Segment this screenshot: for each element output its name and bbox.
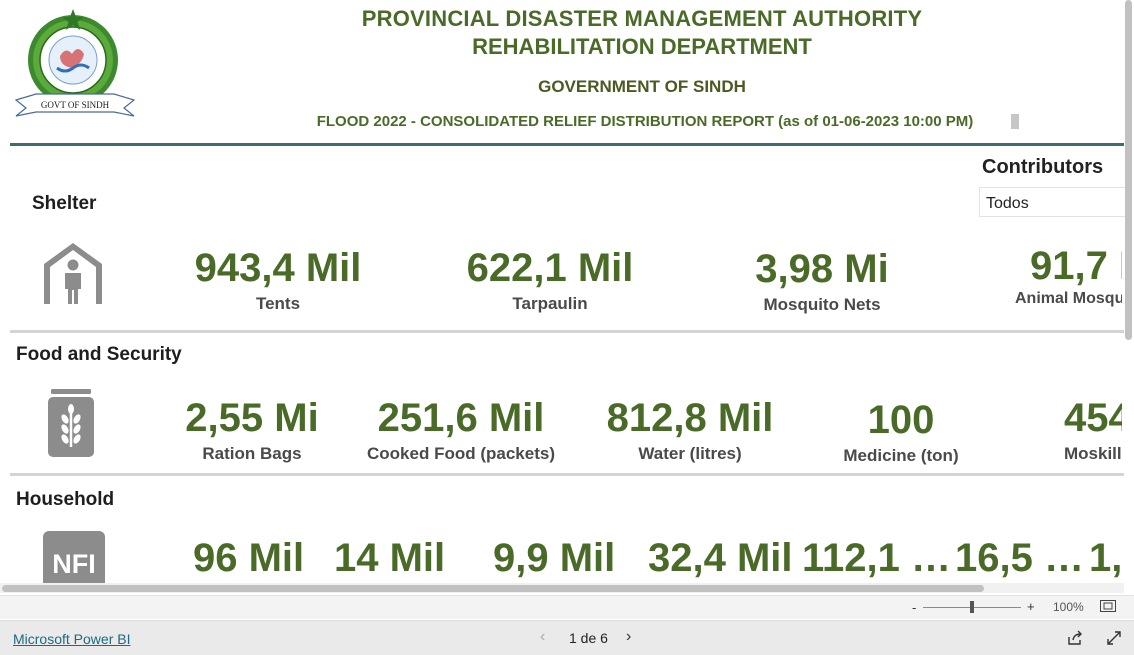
kpi-household-4: 32,4 Mil: [648, 538, 793, 578]
fit-to-page-icon[interactable]: [1100, 600, 1116, 612]
kpi-household-2: 14 Mil: [334, 538, 445, 578]
kpi-label: Ration Bags: [202, 444, 302, 463]
kpi-household-5: 112,1 …: [802, 538, 951, 578]
logo-banner-text: GOVT OF SINDH: [41, 100, 110, 110]
kpi-value: 16,5 …: [955, 536, 1084, 580]
kpi-label: Water (litres): [638, 444, 742, 463]
kpi-tents: 943,4 Mil Tents: [168, 248, 388, 314]
section-title-household: Household: [16, 489, 115, 510]
kpi-ration-bags: 2,55 Mi Ration Bags: [162, 398, 342, 464]
section-title-food-and-security: Food and Security: [16, 344, 182, 365]
kpi-household-3: 9,9 Mil: [493, 538, 615, 578]
kpi-water: 812,8 Mil Water (litres): [590, 398, 790, 464]
kpi-value: 3,98 Mi: [755, 247, 889, 291]
report-canvas: GOVT OF SINDH PROVINCIAL DISASTER MANAGE…: [0, 0, 1134, 655]
kpi-household-6: 16,5 …: [955, 538, 1084, 578]
kpi-value: 100: [867, 398, 935, 442]
wheat-jar-icon: [48, 389, 94, 457]
report-title-marker: [1011, 114, 1019, 129]
government-title: GOVERNMENT OF SINDH: [538, 77, 746, 96]
horizontal-scrollbar-thumb[interactable]: [2, 585, 984, 592]
contributors-dropdown[interactable]: Todos: [979, 187, 1129, 217]
next-page-button[interactable]: ›: [626, 628, 631, 646]
share-icon[interactable]: [1067, 630, 1083, 646]
footer-bar: [0, 620, 1134, 655]
authority-title: PROVINCIAL DISASTER MANAGEMENT AUTHORITY: [361, 6, 923, 31]
kpi-value: 91,7 Mil: [1030, 244, 1122, 288]
kpi-value: 2,55 Mi: [185, 396, 319, 440]
kpi-value: 943,4 Mil: [194, 246, 362, 290]
header-divider: [10, 143, 1124, 146]
zoom-percent: 100%: [1053, 600, 1084, 614]
zoom-slider-handle[interactable]: [970, 601, 974, 613]
kpi-value: 622,1 Mil: [466, 246, 634, 290]
kpi-household-1: 96 Mil: [193, 538, 304, 578]
kpi-tarpaulin: 622,1 Mil Tarpaulin: [440, 248, 660, 314]
kpi-moskill: 454 Moskill: [1064, 398, 1122, 464]
page-indicator: 1 de 6: [569, 630, 608, 646]
previous-page-button[interactable]: ‹: [540, 628, 545, 646]
shelter-person-icon: [44, 243, 102, 304]
kpi-label: Moskill: [1064, 444, 1122, 463]
household-kpi-row: 96 Mil 14 Mil 9,9 Mil 32,4 Mil 112,1 … 1…: [0, 520, 1122, 583]
section-title-shelter: Shelter: [32, 193, 97, 214]
kpi-label: Tents: [255, 294, 301, 313]
zoom-out-button[interactable]: -: [912, 600, 916, 615]
kpi-medicine: 100 Medicine (ton): [820, 400, 982, 466]
zoom-in-button[interactable]: +: [1027, 599, 1035, 614]
kpi-value: 9,9 Mil: [493, 536, 616, 580]
kpi-animal-mosquito-nets: 91,7 Mil Animal Mosquito Nets: [1015, 246, 1122, 308]
vertical-scrollbar-thumb[interactable]: [1125, 0, 1132, 340]
kpi-value: 812,8 Mil: [606, 396, 774, 440]
sindh-government-seal-logo: GOVT OF SINDH: [14, 9, 136, 117]
kpi-label: Cooked Food (packets): [367, 444, 555, 463]
department-title: REHABILITATION DEPARTMENT: [472, 34, 812, 59]
kpi-value: 1,: [1089, 536, 1122, 580]
kpi-value: 32,4 Mil: [648, 536, 793, 580]
section-divider: [10, 330, 1124, 333]
kpi-value: 454: [1064, 396, 1122, 440]
microsoft-power-bi-link[interactable]: Microsoft Power BI: [13, 631, 130, 647]
kpi-value: 251,6 Mil: [377, 396, 545, 440]
report-title: FLOOD 2022 - CONSOLIDATED RELIEF DISTRIB…: [316, 113, 974, 130]
kpi-value: 14 Mil: [334, 536, 446, 580]
fullscreen-icon[interactable]: [1106, 630, 1122, 646]
kpi-label: Animal Mosquito Nets: [1015, 290, 1122, 307]
kpi-cooked-food: 251,6 Mil Cooked Food (packets): [356, 398, 566, 464]
kpi-label: Medicine (ton): [843, 446, 959, 465]
section-divider: [10, 473, 1124, 476]
kpi-household-7: 1,: [1089, 538, 1122, 578]
kpi-mosquito-nets: 3,98 Mi Mosquito Nets: [712, 249, 932, 315]
kpi-label: Tarpaulin: [512, 294, 588, 313]
kpi-value: 112,1 …: [802, 536, 952, 580]
kpi-value: 96 Mil: [193, 536, 305, 580]
contributors-title: Contributors: [982, 156, 1104, 178]
kpi-label: Mosquito Nets: [763, 295, 881, 314]
